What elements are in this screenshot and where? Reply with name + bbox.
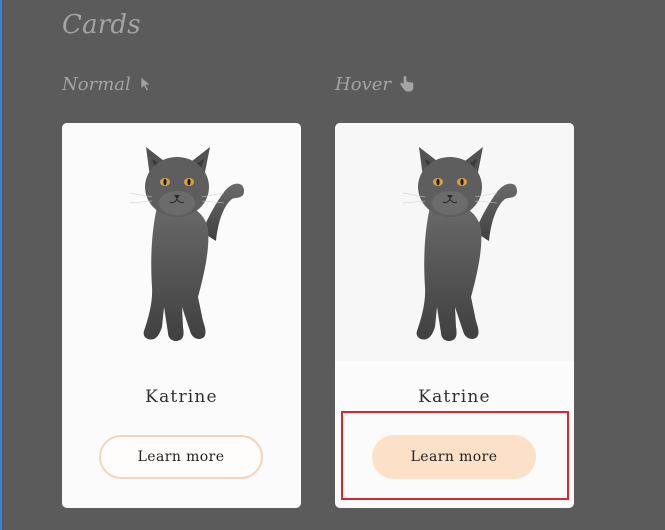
cat-image — [335, 123, 574, 361]
column-label-normal: Normal — [62, 72, 153, 96]
cat-image — [62, 123, 301, 361]
column-label-hover: Hover — [335, 72, 415, 96]
learn-more-button-hover[interactable]: Learn more — [372, 435, 536, 479]
window-left-border — [0, 0, 2, 530]
column-label-normal-text: Normal — [62, 73, 131, 95]
card-name: Katrine — [418, 387, 491, 407]
card-hover[interactable]: Katrine Learn more — [335, 123, 574, 508]
cursor-arrow-icon — [139, 76, 153, 92]
learn-more-button[interactable]: Learn more — [99, 435, 263, 479]
card-normal[interactable]: Katrine Learn more — [62, 123, 301, 508]
column-label-hover-text: Hover — [335, 73, 391, 95]
page-title: Cards — [62, 10, 141, 40]
cursor-pointer-icon — [399, 75, 415, 93]
card-name: Katrine — [145, 387, 218, 407]
